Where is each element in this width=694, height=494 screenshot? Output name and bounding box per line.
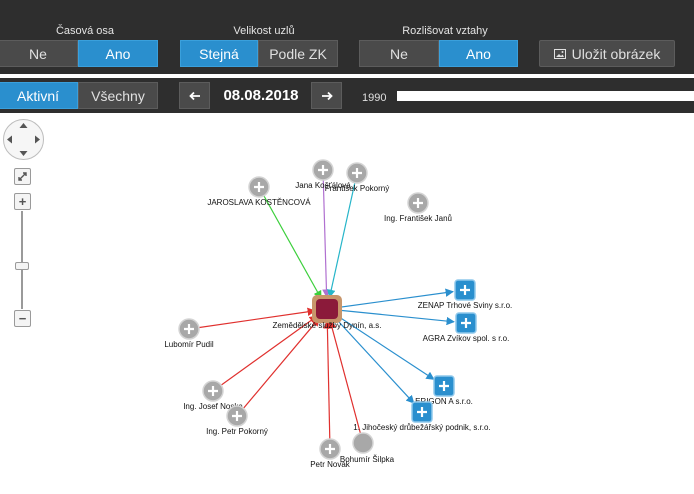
node-label: ZENAP Trhové Sviny s.r.o. <box>418 301 513 310</box>
current-date: 08.08.2018 <box>223 87 299 104</box>
arrow-left-icon <box>188 91 200 100</box>
node-novak[interactable]: Petr Novák <box>310 438 351 469</box>
edge-agra <box>326 308 455 326</box>
node-label: Lubomír Pudil <box>164 340 214 349</box>
timeline-on-button[interactable]: Ano <box>78 40 158 67</box>
node-size-equal-button[interactable]: Stejná <box>180 40 258 67</box>
timeline-slider[interactable] <box>397 91 694 101</box>
edge-pokorny-p <box>236 317 320 417</box>
relations-group-label: Rozlišovat vztahy <box>402 25 488 37</box>
top-toolbar: Časová osa Ne Ano Velikost uzlů Stejná P… <box>0 0 694 74</box>
node-pudil[interactable]: Lubomír Pudil <box>164 318 214 349</box>
save-image-label: Uložit obrázek <box>571 45 661 62</box>
person-node-shape <box>352 432 374 454</box>
filter-active-tab[interactable]: Aktivní <box>0 82 78 109</box>
node-label: Ing. Petr Pokorný <box>206 427 268 436</box>
node-pokorny-f[interactable]: František Pokorný <box>325 162 389 193</box>
previous-date-button[interactable] <box>179 82 210 109</box>
center-node-core <box>316 299 338 319</box>
timeline-start-year: 1990 <box>362 92 387 104</box>
node-label: Ing. František Janů <box>384 214 452 223</box>
date-toolbar: Aktivní Všechny 08.08.2018 1990 <box>0 78 694 113</box>
node-label: JAROSLAVA KOSTĚNCOVÁ <box>207 198 311 207</box>
node-jano[interactable]: Ing. František Janů <box>384 192 452 223</box>
next-date-button[interactable] <box>311 82 342 109</box>
relationship-graph[interactable]: JAROSLAVA KOSTĚNCOVÁJana KošťálováFranti… <box>0 113 694 494</box>
timeline-group-label: Časová osa <box>55 25 115 37</box>
node-label: AGRA Zvíkov spol. s r.o. <box>423 334 510 343</box>
relations-on-button[interactable]: Ano <box>439 40 518 67</box>
app-window: Časová osa Ne Ano Velikost uzlů Stejná P… <box>0 0 694 494</box>
save-image-button[interactable]: Uložit obrázek <box>539 40 675 67</box>
node-size-capital-button[interactable]: Podle ZK <box>258 40 338 67</box>
timeline-off-button[interactable]: Ne <box>0 40 78 67</box>
node-jihocesky[interactable]: 1. Jihočeský drůbežářský podnik, s.r.o. <box>353 401 491 432</box>
node-size-group-label: Velikost uzlů <box>233 25 295 37</box>
node-agra[interactable]: AGRA Zvíkov spol. s r.o. <box>423 312 510 343</box>
filter-all-tab[interactable]: Všechny <box>78 82 158 109</box>
arrow-right-icon <box>321 91 333 100</box>
relations-off-button[interactable]: Ne <box>359 40 439 67</box>
node-silpka[interactable]: Bohumír Šilpka <box>340 432 395 464</box>
center-node-label: Zemědělské služby Dynín, a.s. <box>273 321 382 330</box>
node-label: Bohumír Šilpka <box>340 455 395 464</box>
edge-novak <box>323 320 332 450</box>
image-icon <box>553 48 566 59</box>
node-label: František Pokorný <box>325 184 389 193</box>
node-label: 1. Jihočeský drůbežářský podnik, s.r.o. <box>353 423 490 432</box>
